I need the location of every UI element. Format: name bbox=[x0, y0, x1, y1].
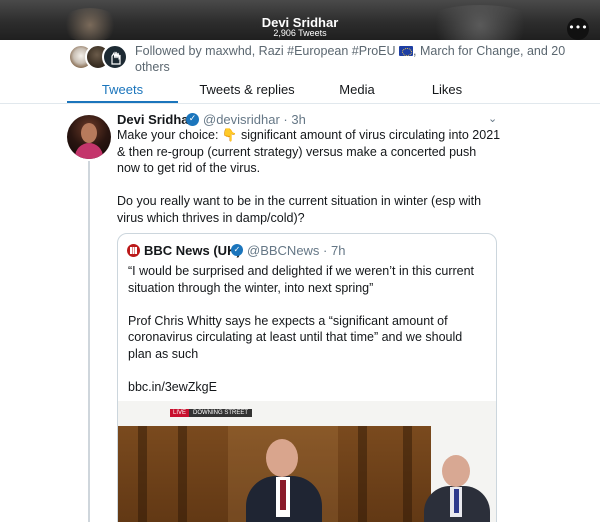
followed-by-text[interactable]: Followed by maxwhd, Razi #European #ProE… bbox=[135, 43, 575, 75]
live-label: LIVE bbox=[170, 409, 190, 417]
quoted-handle-time: @BBCNews · 7h bbox=[247, 243, 346, 258]
live-badge: LIVE DOWNING STREET bbox=[170, 409, 253, 419]
quoted-link[interactable]: bbc.in/3ewZkgE bbox=[128, 379, 488, 396]
quoted-tweet[interactable]: BBC News (UK) ✓ @BBCNews · 7h “I would b… bbox=[117, 233, 497, 522]
interpreter-head bbox=[442, 455, 470, 487]
ellipsis-icon[interactable]: ••• bbox=[567, 18, 589, 40]
quoted-paragraph: Prof Chris Whitty says he expects a “sig… bbox=[128, 313, 463, 361]
avatar-face bbox=[81, 123, 97, 143]
profile-header: Devi Sridhar 2,906 Tweets ••• bbox=[0, 0, 600, 40]
glove-icon bbox=[111, 51, 121, 65]
quoted-author-name: BBC News (UK) bbox=[144, 243, 241, 258]
followed-by-prefix: Followed by maxwhd, Razi #European #ProE… bbox=[135, 44, 400, 58]
bbc-news-avatar bbox=[127, 244, 140, 257]
follower-avatar[interactable] bbox=[102, 44, 128, 70]
tweet-handle-time[interactable]: @devisridhar · 3h bbox=[203, 112, 306, 127]
tabs-divider bbox=[0, 103, 600, 104]
speaker-head bbox=[266, 439, 298, 477]
verified-badge-icon: ✓ bbox=[231, 244, 243, 256]
tweet-author-name[interactable]: Devi Sridhar bbox=[117, 112, 194, 127]
chevron-down-icon[interactable]: ⌄ bbox=[488, 112, 497, 125]
tweet-paragraph: Make your choice: 👇 significant amount o… bbox=[117, 128, 501, 175]
panel-column bbox=[403, 426, 412, 522]
location-label: DOWNING STREET bbox=[189, 409, 253, 417]
tab-likes[interactable]: Likes bbox=[400, 82, 494, 97]
header-tweet-count: 2,906 Tweets bbox=[273, 28, 327, 38]
tab-media[interactable]: Media bbox=[316, 82, 398, 97]
interpreter-tie bbox=[454, 489, 459, 513]
tweet-text: Make your choice: 👇 significant amount o… bbox=[117, 127, 502, 243]
panel-column bbox=[138, 426, 147, 522]
eu-flag-icon bbox=[399, 46, 414, 56]
thread-line bbox=[88, 161, 90, 522]
author-avatar[interactable] bbox=[67, 115, 111, 159]
verified-badge-icon: ✓ bbox=[186, 113, 199, 126]
avatar-body bbox=[75, 143, 103, 159]
tab-tweets[interactable]: Tweets bbox=[67, 82, 178, 97]
follower-avatars[interactable] bbox=[68, 44, 130, 72]
panel-column bbox=[178, 426, 187, 522]
quoted-text: “I would be surprised and delighted if w… bbox=[128, 263, 488, 412]
quoted-paragraph: “I would be surprised and delighted if w… bbox=[128, 264, 475, 295]
quoted-media-image[interactable]: LIVE DOWNING STREET bbox=[118, 401, 496, 522]
tweet-paragraph: Do you really want to be in the current … bbox=[117, 194, 482, 225]
tab-tweets-replies[interactable]: Tweets & replies bbox=[180, 82, 314, 97]
panel-column bbox=[358, 426, 367, 522]
speaker-tie bbox=[280, 480, 286, 510]
